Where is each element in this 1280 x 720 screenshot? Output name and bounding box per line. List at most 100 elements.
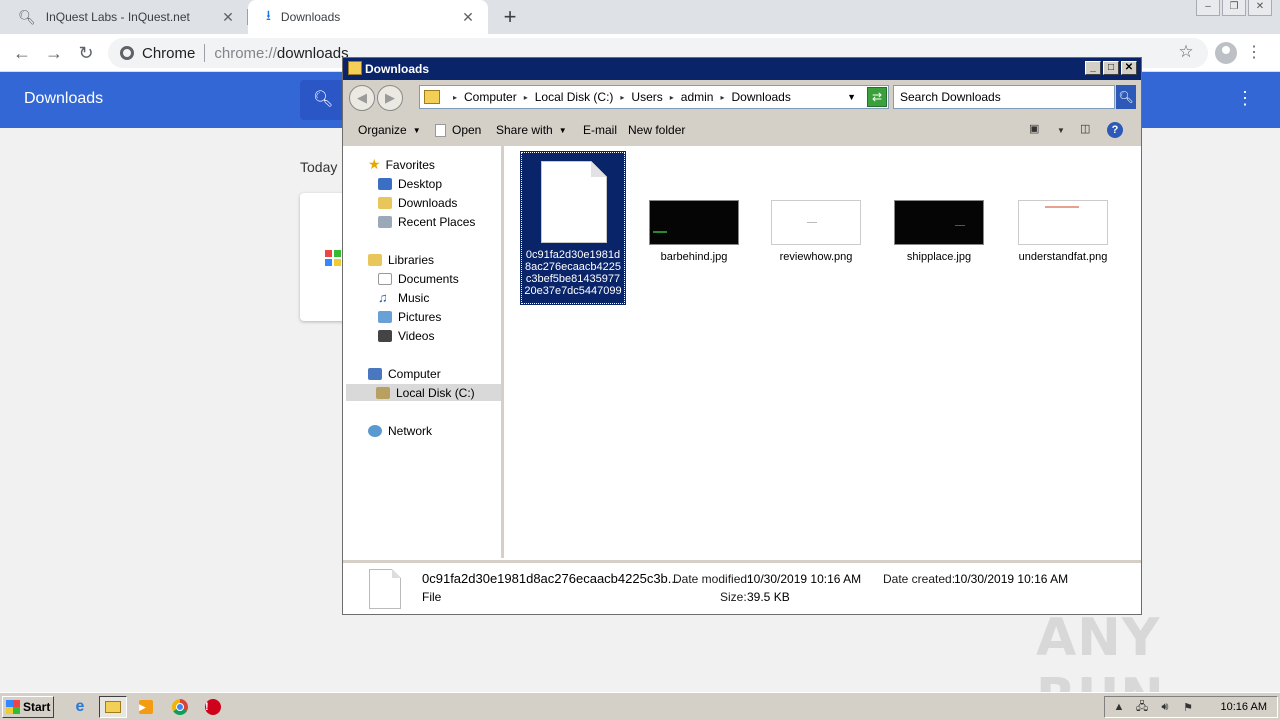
page-title: Downloads <box>24 90 104 107</box>
nav-videos[interactable]: Videos <box>378 327 434 344</box>
file-item[interactable]: understandfat.png <box>1015 200 1111 263</box>
chevron-down-icon[interactable]: ▼ <box>847 92 856 102</box>
help-icon[interactable]: ? <box>1107 122 1123 138</box>
forward-button[interactable]: → <box>41 40 67 66</box>
chrome-icon <box>120 46 134 60</box>
file-item[interactable]: reviewhow.png <box>769 200 863 263</box>
reload-button[interactable]: ↻ <box>73 40 99 66</box>
explorer-taskbar-icon[interactable] <box>99 696 127 718</box>
more-options-icon[interactable]: ⋮ <box>1236 88 1254 109</box>
organize-button[interactable]: Organize ▼ <box>358 123 421 137</box>
nav-music[interactable]: ♫ Music <box>378 289 429 306</box>
action-center-flag-icon[interactable]: ⚑ <box>1180 701 1196 714</box>
folder-icon <box>424 90 440 104</box>
close-icon[interactable]: ✕ <box>460 9 476 25</box>
search-input[interactable]: Search Downloads <box>893 85 1115 109</box>
image-thumbnail <box>649 200 739 245</box>
libraries-icon <box>368 253 382 266</box>
tab-inquest[interactable]: 🔍︎ InQuest Labs - InQuest.net ✕ <box>0 0 248 34</box>
maximize-button[interactable]: □ <box>1103 61 1119 75</box>
breadcrumb-computer[interactable]: Computer <box>464 90 517 104</box>
new-folder-button[interactable]: New folder <box>628 123 685 137</box>
start-button[interactable]: Start <box>2 696 54 718</box>
close-window-button[interactable]: ✕ <box>1121 61 1137 75</box>
nav-label: Recent Places <box>398 214 476 229</box>
back-button[interactable]: ← <box>9 40 35 66</box>
search-icon: 🔍︎ <box>18 8 36 25</box>
close-window-button[interactable]: ✕ <box>1248 0 1272 16</box>
file-item[interactable]: shipplace.jpg <box>892 200 986 263</box>
nav-desktop[interactable]: Desktop <box>378 175 442 192</box>
chevron-right-icon[interactable]: ▸ <box>670 93 674 102</box>
minimize-button[interactable]: ‒ <box>1196 0 1220 16</box>
chrome-menu-button[interactable]: ⋮ <box>1246 42 1262 64</box>
chevron-down-icon[interactable]: ▼ <box>1057 126 1065 142</box>
minimize-button[interactable]: _ <box>1085 61 1101 75</box>
explorer-title-bar[interactable]: Downloads _ □ ✕ <box>343 58 1141 80</box>
volume-icon[interactable]: 🔊︎ <box>1157 701 1173 714</box>
restore-button[interactable]: ❐ <box>1222 0 1246 16</box>
internet-explorer-icon[interactable]: e <box>66 696 94 718</box>
tab-downloads[interactable]: ⭳ Downloads ✕ <box>248 0 488 34</box>
date-section-label: Today <box>300 159 338 175</box>
refresh-button[interactable]: ⇄ <box>867 87 887 107</box>
organize-label: Organize <box>358 123 407 137</box>
file-name: reviewhow.png <box>779 251 853 263</box>
nav-local-disk[interactable]: Local Disk (C:) <box>346 384 501 401</box>
new-tab-button[interactable]: + <box>498 5 522 29</box>
email-button[interactable]: E-mail <box>583 123 617 137</box>
omnibox-separator <box>204 44 206 62</box>
close-icon[interactable]: ✕ <box>220 9 236 25</box>
nav-label: Videos <box>398 328 435 343</box>
profile-avatar[interactable] <box>1215 42 1237 64</box>
nav-libraries[interactable]: Libraries <box>368 251 434 268</box>
bookmark-star-icon[interactable]: ☆ <box>1176 42 1196 62</box>
address-bar[interactable]: ▸ Computer ▸ Local Disk (C:) ▸ Users ▸ a… <box>419 85 889 109</box>
nav-label: Desktop <box>398 176 443 191</box>
file-name[interactable]: 0c91fa2d30e1981d8ac276ecaacb4225c3bef5be… <box>524 249 622 297</box>
nav-downloads[interactable]: Downloads <box>378 194 457 211</box>
stop-sign-icon[interactable]: ! <box>199 696 227 718</box>
back-button[interactable]: ◀ <box>349 85 375 111</box>
nav-label: Network <box>388 423 433 438</box>
nav-network[interactable]: Network <box>368 422 432 439</box>
downloads-search-button[interactable]: 🔍︎ <box>300 80 348 120</box>
breadcrumb-users[interactable]: Users <box>631 90 662 104</box>
chevron-right-icon[interactable]: ▸ <box>453 93 457 102</box>
nav-favorites[interactable]: ★ Favorites <box>368 156 435 173</box>
breadcrumb-local-disk[interactable]: Local Disk (C:) <box>535 90 614 104</box>
omnibox-origin: Chrome <box>142 44 196 62</box>
forward-button[interactable]: ▶ <box>377 85 403 111</box>
network-tray-icon[interactable]: 🖧︎ <box>1134 698 1150 717</box>
open-button[interactable]: Open <box>435 123 482 138</box>
nav-recent-places[interactable]: Recent Places <box>378 213 475 230</box>
network-icon <box>368 424 382 437</box>
nav-computer[interactable]: Computer <box>368 365 441 382</box>
date-modified-value: 10/30/2019 10:16 AM <box>747 572 862 586</box>
clock[interactable]: 10:16 AM <box>1221 701 1267 713</box>
chrome-taskbar-icon[interactable] <box>166 696 194 718</box>
chevron-right-icon[interactable]: ▸ <box>524 93 528 102</box>
breadcrumb-admin[interactable]: admin <box>681 90 714 104</box>
chevron-up-icon[interactable]: ▲ <box>1111 701 1127 713</box>
file-item-selected[interactable]: 0c91fa2d30e1981d8ac276ecaacb4225c3bef5be… <box>520 151 626 305</box>
change-view-icon[interactable]: ▣ <box>1029 122 1039 138</box>
date-created-label: Date created: <box>883 572 956 586</box>
file-item[interactable]: barbehind.jpg <box>647 200 741 263</box>
breadcrumb-downloads[interactable]: Downloads <box>731 90 790 104</box>
chevron-right-icon[interactable]: ▸ <box>720 93 724 102</box>
share-with-button[interactable]: Share with ▼ <box>496 123 567 137</box>
windows-file-icon <box>325 250 341 266</box>
nav-label: Downloads <box>398 195 458 210</box>
chevron-right-icon[interactable]: ▸ <box>620 93 624 102</box>
recent-places-icon <box>378 215 392 228</box>
media-player-icon[interactable]: ▶ <box>132 696 160 718</box>
omnibox-path: downloads <box>276 44 349 62</box>
nav-label: Favorites <box>385 157 435 172</box>
nav-pictures[interactable]: Pictures <box>378 308 441 325</box>
preview-pane-icon[interactable]: ◫ <box>1080 122 1090 138</box>
search-icon[interactable]: 🔍︎ <box>1116 85 1136 109</box>
system-tray: ▲ 🖧︎ 🔊︎ ⚑ 10:16 AM <box>1104 696 1278 718</box>
nav-documents[interactable]: Documents <box>378 270 459 287</box>
open-label: Open <box>452 123 482 137</box>
